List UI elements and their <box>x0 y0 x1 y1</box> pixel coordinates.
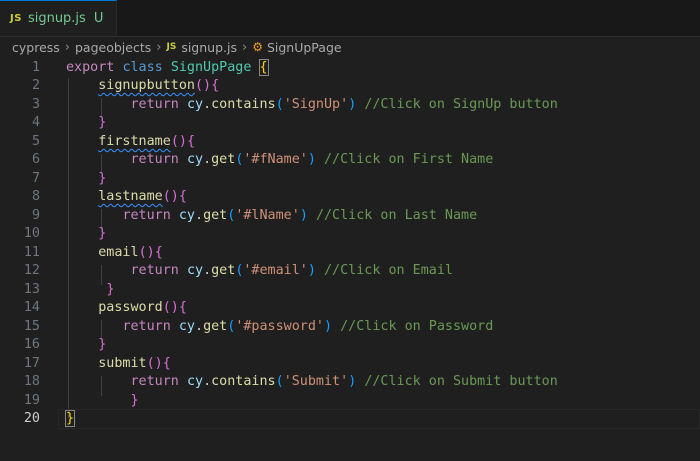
tab-filename: signup.js <box>27 11 86 26</box>
code-line: 10 } <box>0 224 700 244</box>
code-text: firstname(){ <box>98 134 195 149</box>
code-text: } <box>64 410 76 427</box>
code-text: } <box>98 226 107 241</box>
breadcrumb-item-pageobjects[interactable]: pageobjects <box>75 40 151 55</box>
code-line: 15 return cy.get('#password') //Click on… <box>0 317 700 337</box>
code-text: signupbutton(){ <box>98 78 220 93</box>
code-line: 11 email(){ <box>0 243 700 263</box>
breadcrumb: cypress › pageobjects › JS signup.js › ⚙… <box>0 36 700 58</box>
code-line: 4 } <box>0 113 700 133</box>
code-line: 16 } <box>0 335 700 355</box>
breadcrumb-item-file[interactable]: signup.js <box>181 40 237 55</box>
chevron-right-icon: › <box>64 39 70 55</box>
javascript-file-icon: JS <box>10 13 22 24</box>
current-line-highlight <box>58 409 700 429</box>
code-line: 3 return cy.contains('SignUp') //Click o… <box>0 95 700 115</box>
code-text: return cy.get('#email') //Click on Email <box>130 263 454 278</box>
line-number: 1 <box>31 60 40 75</box>
code-text: return cy.contains('SignUp') //Click on … <box>130 97 558 112</box>
line-number: 20 <box>23 411 40 426</box>
code-line: 19 } <box>0 391 700 411</box>
line-number: 6 <box>31 152 40 167</box>
tab-bar: JS signup.js U <box>0 0 700 37</box>
line-number: 11 <box>23 245 40 260</box>
code-text: lastname(){ <box>98 189 187 204</box>
current-code-line: 20 } <box>0 409 700 429</box>
line-number: 16 <box>23 337 40 352</box>
code-text: return cy.get('#password') //Click on Pa… <box>122 319 494 334</box>
breadcrumb-item-cypress[interactable]: cypress <box>12 40 60 55</box>
tab-signup-js[interactable]: JS signup.js U <box>0 0 117 36</box>
code-line: 6 return cy.get('#fName') //Click on Fir… <box>0 150 700 170</box>
class-symbol-icon: ⚙ <box>252 40 263 54</box>
code-text: password(){ <box>98 300 187 315</box>
code-text: export class SignUpPage { <box>66 59 269 76</box>
code-line: 17 submit(){ <box>0 354 700 374</box>
code-text: } <box>98 171 107 186</box>
line-number: 3 <box>31 97 40 112</box>
line-number: 5 <box>31 134 40 149</box>
code-line: 18 return cy.contains('Submit') //Click … <box>0 372 700 392</box>
code-text: } <box>106 282 115 297</box>
line-number: 19 <box>23 393 40 408</box>
code-text: } <box>98 115 107 130</box>
chevron-right-icon: › <box>241 39 248 55</box>
code-editor[interactable]: 1 export class SignUpPage { 2 signupbutt… <box>0 58 700 461</box>
code-line: 8 lastname(){ <box>0 187 700 207</box>
line-number: 18 <box>23 374 40 389</box>
code-line: 1 export class SignUpPage { <box>0 58 700 78</box>
code-line: 7 } <box>0 169 700 189</box>
line-number: 2 <box>31 78 40 93</box>
code-text: return cy.contains('Submit') //Click on … <box>130 374 558 389</box>
chevron-right-icon: › <box>156 39 162 55</box>
tab-git-status: U <box>93 11 104 26</box>
line-number: 13 <box>23 282 40 297</box>
code-line: 2 signupbutton(){ <box>0 76 700 96</box>
code-text: } <box>98 337 107 352</box>
line-number: 8 <box>31 189 40 204</box>
line-number: 14 <box>23 300 40 315</box>
line-number: 15 <box>23 319 40 334</box>
line-number: 4 <box>31 115 40 130</box>
code-text: submit(){ <box>98 356 171 371</box>
code-line: 13 } <box>0 280 700 300</box>
code-line: 14 password(){ <box>0 298 700 318</box>
javascript-file-icon: JS <box>166 42 177 52</box>
line-number: 9 <box>31 208 40 223</box>
code-text: return cy.get('#fName') //Click on First… <box>130 152 494 167</box>
code-text: return cy.get('#lName') //Click on Last … <box>122 208 478 223</box>
line-number: 17 <box>23 356 40 371</box>
code-line: 12 return cy.get('#email') //Click on Em… <box>0 261 700 281</box>
code-text: email(){ <box>98 245 163 260</box>
code-text: } <box>130 393 139 408</box>
line-number: 12 <box>23 263 40 278</box>
code-line: 9 return cy.get('#lName') //Click on Las… <box>0 206 700 226</box>
line-number: 7 <box>31 171 40 186</box>
breadcrumb-item-class[interactable]: SignUpPage <box>267 40 342 55</box>
line-number: 10 <box>23 226 40 241</box>
code-line: 5 firstname(){ <box>0 132 700 152</box>
